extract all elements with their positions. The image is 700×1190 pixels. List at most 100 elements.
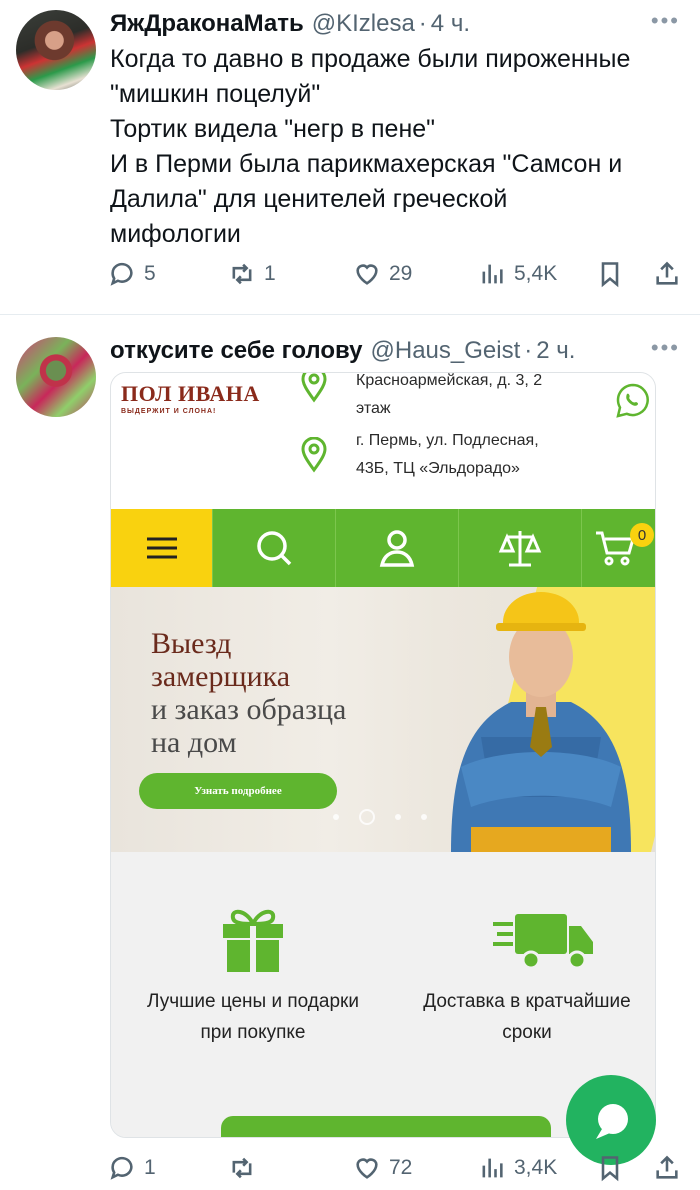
share-icon xyxy=(656,261,678,285)
views-count: 3,4K xyxy=(514,1156,558,1179)
views-count: 5,4K xyxy=(514,262,558,285)
address-2-line-2: 43Б, ТЦ «Эльдорадо» xyxy=(356,460,520,477)
tweet-text: Когда то давно в продаже были пироженные… xyxy=(110,42,680,252)
delivery-truck-icon xyxy=(493,914,593,970)
bookmark-icon xyxy=(601,1156,619,1182)
views-button[interactable]: 5,4K xyxy=(478,260,557,288)
learn-more-button[interactable]: Узнать подробнее xyxy=(139,773,337,809)
banner-subtitle: и заказ образца на дом xyxy=(151,693,346,759)
carousel-dot[interactable] xyxy=(421,814,427,820)
author-handle[interactable]: @Haus_Geist xyxy=(371,337,521,365)
views-button[interactable]: 3,4K xyxy=(478,1154,557,1182)
timestamp[interactable]: 4 ч. xyxy=(431,10,470,38)
more-options-icon[interactable]: ••• xyxy=(651,335,680,361)
address-1-line-2: этаж xyxy=(356,400,391,417)
worker-image xyxy=(451,592,631,852)
retweet-icon xyxy=(232,263,252,285)
scales-icon xyxy=(498,531,542,567)
more-options-icon[interactable]: ••• xyxy=(651,8,680,34)
reply-icon xyxy=(110,1156,133,1180)
feature-fast-delivery: Доставка в кратчайшие сроки xyxy=(397,986,655,1048)
site-navbar: 0 xyxy=(111,509,655,587)
address-2: г. Пермь, ул. Подлесная, 43Б, ТЦ «Эльдор… xyxy=(356,427,539,483)
reply-button[interactable]: 1 xyxy=(108,1154,156,1182)
location-pin-icon xyxy=(301,373,327,403)
like-count: 29 xyxy=(389,262,413,285)
separator: · xyxy=(418,10,427,37)
tweet-header: откусите себе голову @Haus_Geist · 2 ч. xyxy=(110,337,575,365)
share-button[interactable] xyxy=(653,260,689,288)
avatar[interactable] xyxy=(16,337,96,417)
like-button[interactable]: 72 xyxy=(353,1154,412,1182)
like-count: 72 xyxy=(389,1156,413,1179)
carousel-dot-active[interactable] xyxy=(359,809,375,825)
tweet-actions: 1 72 3,4K xyxy=(108,1154,688,1184)
carousel-dot[interactable] xyxy=(395,814,401,820)
chat-button[interactable] xyxy=(566,1075,656,1165)
search-button[interactable] xyxy=(212,509,335,587)
tweet-1[interactable]: ЯжДраконаМать @KIzlesa · 4 ч. ••• Когда … xyxy=(0,0,700,314)
retweet-button[interactable] xyxy=(228,1154,264,1182)
tweet-header: ЯжДраконаМать @KIzlesa · 4 ч. xyxy=(110,10,470,38)
site-header: ПОЛ ИВАНА ВЫДЕРЖИТ И СЛОНА! Красноармейс… xyxy=(111,372,655,509)
menu-button[interactable] xyxy=(111,509,212,587)
green-footer-strip xyxy=(221,1116,551,1137)
tweet-text-line: "мишкин поцелуй" xyxy=(110,80,321,108)
location-pin-icon xyxy=(301,437,327,473)
bookmark-button[interactable] xyxy=(596,1154,632,1182)
bookmark-button[interactable] xyxy=(596,260,632,288)
tweet-text-line: И в Перми была парикмахерская "Самсон и xyxy=(110,150,623,178)
tweet-text-line: мифологии xyxy=(110,220,241,248)
cart-count-badge: 0 xyxy=(630,523,654,547)
retweet-icon xyxy=(232,1157,252,1179)
tweet-media-image[interactable]: ПОЛ ИВАНА ВЫДЕРЖИТ И СЛОНА! Красноармейс… xyxy=(110,372,656,1138)
banner-title-line-1: Выезд xyxy=(151,627,232,660)
author-name[interactable]: ЯжДраконаМать xyxy=(110,10,304,38)
reply-count: 1 xyxy=(144,1156,156,1179)
feature-best-prices: Лучшие цены и подарки при покупке xyxy=(123,986,383,1048)
tweet-actions: 5 1 29 5,4K xyxy=(108,260,688,290)
logo-subtitle: ВЫДЕРЖИТ И СЛОНА! xyxy=(121,408,217,415)
carousel-dot[interactable] xyxy=(333,814,339,820)
reply-icon xyxy=(110,262,133,286)
carousel-dots xyxy=(333,809,427,825)
heart-icon xyxy=(356,1158,378,1179)
feature-fast-delivery-line-2: сроки xyxy=(502,1022,552,1043)
compare-button[interactable] xyxy=(458,509,581,587)
user-icon xyxy=(379,530,415,567)
share-button[interactable] xyxy=(653,1154,689,1182)
search-icon xyxy=(257,531,292,566)
author-name[interactable]: откусите себе голову xyxy=(110,337,363,365)
views-icon xyxy=(482,264,503,284)
views-icon xyxy=(482,1158,503,1178)
retweet-button[interactable]: 1 xyxy=(228,260,276,288)
separator: · xyxy=(524,337,533,364)
banner-subtitle-line-2: на дом xyxy=(151,726,237,759)
logo-title: ПОЛ ИВАНА xyxy=(121,381,260,406)
like-button[interactable]: 29 xyxy=(353,260,412,288)
banner-title-line-2: замерщика xyxy=(151,660,291,693)
timestamp[interactable]: 2 ч. xyxy=(536,337,575,365)
chat-icon xyxy=(596,1104,628,1139)
banner-subtitle-line-1: и заказ образца xyxy=(151,693,347,726)
whatsapp-icon xyxy=(616,383,649,418)
hamburger-menu-icon xyxy=(147,537,177,559)
retweet-count: 1 xyxy=(264,262,276,285)
address-1-line-1: Красноармейская, д. 3, 2 xyxy=(356,372,543,389)
cart-button[interactable]: 0 xyxy=(581,509,655,587)
bookmark-icon xyxy=(601,262,619,288)
tweet-text-line: Далила" для ценителей греческой xyxy=(110,185,508,213)
share-icon xyxy=(656,1155,678,1179)
promo-banner[interactable]: Выезд замерщика и заказ образца на дом У… xyxy=(111,587,655,852)
author-handle[interactable]: @KIzlesa xyxy=(312,10,415,38)
site-logo: ПОЛ ИВАНА ВЫДЕРЖИТ И СЛОНА! xyxy=(121,381,261,415)
reply-button[interactable]: 5 xyxy=(108,260,156,288)
banner-title: Выезд замерщика xyxy=(151,627,290,693)
account-button[interactable] xyxy=(335,509,458,587)
avatar[interactable] xyxy=(16,10,96,90)
address-2-line-1: г. Пермь, ул. Подлесная, xyxy=(356,432,539,449)
tweet-text-line: Когда то давно в продаже были пироженные xyxy=(110,45,631,73)
feature-best-prices-line-1: Лучшие цены и подарки xyxy=(147,991,359,1012)
tweet-text-line: Тортик видела "негр в пене" xyxy=(110,115,436,143)
feature-best-prices-line-2: при покупке xyxy=(200,1022,306,1043)
